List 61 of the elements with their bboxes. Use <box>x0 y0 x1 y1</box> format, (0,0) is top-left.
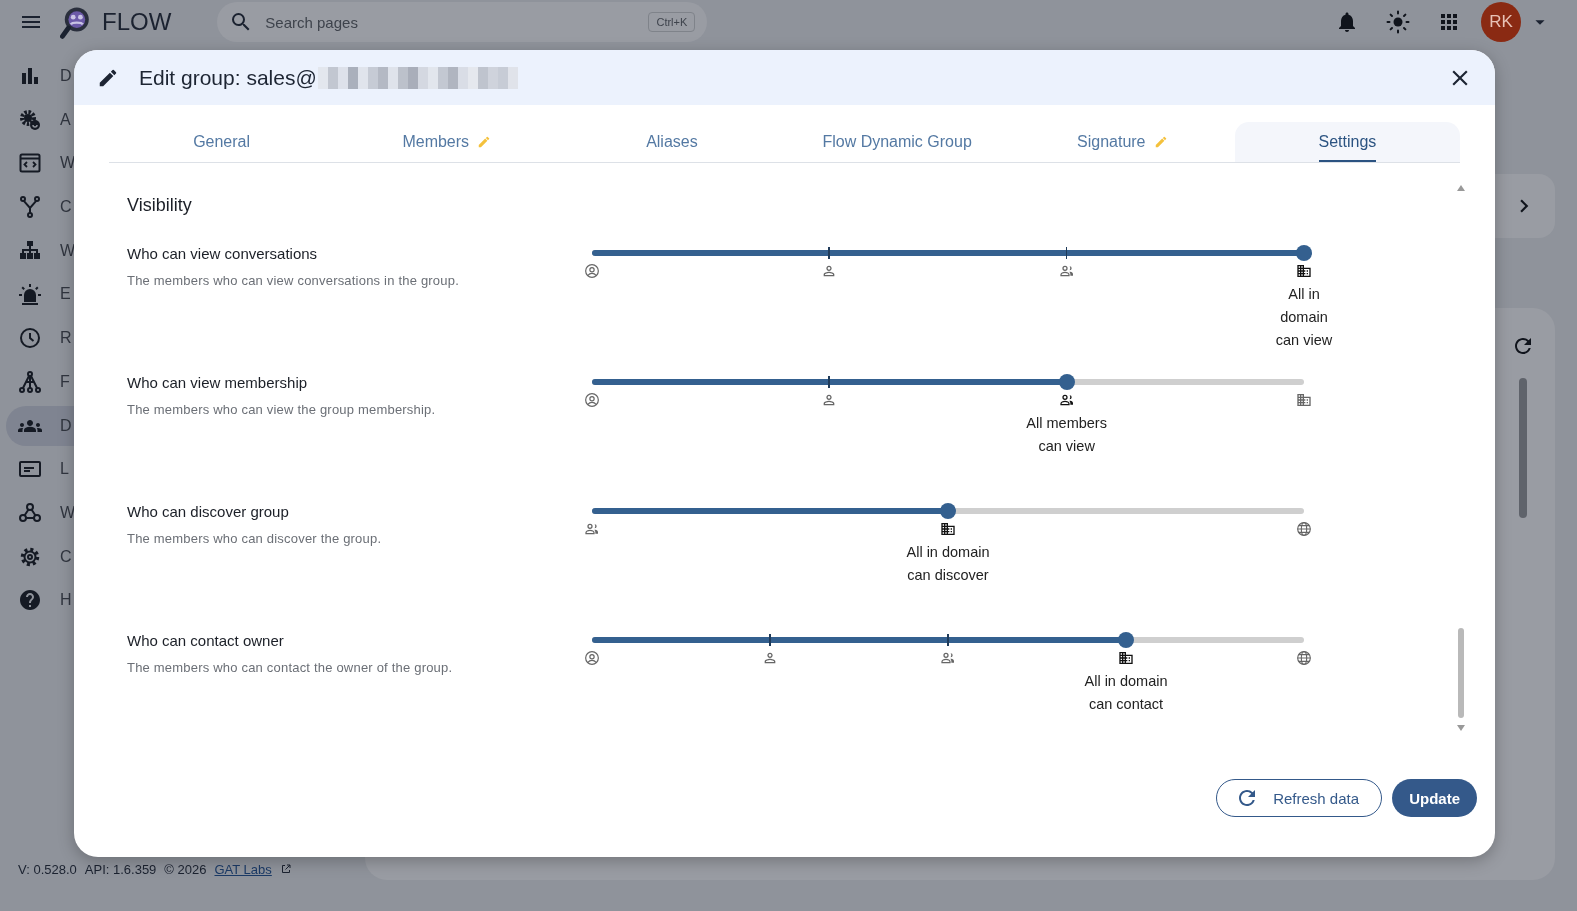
sidebar-item[interactable]: R <box>6 318 74 359</box>
setting-title: Who can view conversations <box>127 245 319 263</box>
window-icon <box>18 151 42 176</box>
scroll-down-icon <box>1456 723 1466 733</box>
update-button[interactable]: Update <box>1392 779 1477 817</box>
search-placeholder: Search pages <box>265 13 359 31</box>
user-avatar[interactable]: RK <box>1481 2 1521 42</box>
sidebar-item[interactable]: C <box>6 536 74 577</box>
setting-title: Who can discover group <box>127 503 290 521</box>
gear-icon <box>18 107 42 132</box>
sidebar-item[interactable]: L <box>6 449 74 490</box>
setting-description: The members who can discover the group. <box>127 531 383 546</box>
webhook-icon <box>18 500 42 525</box>
sidebar-item[interactable]: D <box>6 56 74 96</box>
setting-title: Who can view membership <box>127 374 309 392</box>
clock-icon <box>18 326 42 351</box>
dialog-title: Edit group: sales@ <box>139 65 317 90</box>
search-field[interactable]: Search pages Ctrl+K <box>217 2 708 42</box>
shortcut-badge: Ctrl+K <box>648 12 696 32</box>
siren-icon <box>18 282 42 307</box>
sun-icon[interactable] <box>1386 10 1410 34</box>
setting-description: The members who can view conversations in the group. <box>127 273 460 288</box>
help-icon <box>18 588 42 613</box>
sidebar-item[interactable]: A <box>6 99 74 140</box>
sidebar-item[interactable]: W <box>6 230 74 271</box>
setting-description: The members who can contact the owner of the group. <box>127 660 454 675</box>
slider-value-label: All in domain can discover <box>905 543 991 585</box>
tab[interactable]: Settings <box>1234 122 1461 162</box>
slider-value-label: All in domain can contact <box>1083 672 1169 714</box>
external-link-icon[interactable] <box>279 863 292 875</box>
app-title: FLOW <box>102 8 172 36</box>
tab[interactable]: Flow Dynamic Group <box>784 122 1010 162</box>
slider-thumb[interactable] <box>1058 374 1075 390</box>
slider-thumb[interactable] <box>1296 245 1312 261</box>
network-icon <box>18 369 42 394</box>
slider-value-label: All members can view <box>1025 414 1108 456</box>
version-text: V: 0.528.0 <box>18 861 77 877</box>
sidebar-item[interactable]: W <box>6 492 74 533</box>
sidebar-item[interactable]: H <box>6 580 74 621</box>
slider-thumb[interactable] <box>1118 632 1134 648</box>
setting-description: The members who can view the group membership. <box>127 402 437 417</box>
slider-thumb[interactable] <box>940 503 956 519</box>
sidebar-item[interactable]: W <box>6 143 74 184</box>
tab[interactable]: Members <box>334 122 560 162</box>
setting-title: Who can contact owner <box>127 632 285 650</box>
refresh-button[interactable]: Refresh data <box>1216 779 1383 817</box>
fork-icon <box>18 195 42 220</box>
tab[interactable]: Signature <box>1009 122 1235 162</box>
scrollbar-thumb[interactable] <box>1519 378 1527 518</box>
tab[interactable]: Aliases <box>559 122 785 162</box>
sidebar-item[interactable]: E <box>6 274 74 315</box>
sidebar-item[interactable]: D <box>6 405 74 446</box>
scroll-up-icon <box>1456 183 1466 193</box>
copyright-text: © 2026 <box>164 861 207 877</box>
section-heading: Visibility <box>127 195 193 216</box>
api-version-text: API: 1.6.359 <box>84 861 157 877</box>
slider-value-label: All in domain can view <box>1275 285 1333 350</box>
sidebar-item[interactable]: C <box>6 187 74 228</box>
sidebar-item[interactable]: F <box>6 361 74 402</box>
company-link[interactable]: GAT Labs <box>214 861 272 877</box>
tab[interactable]: General <box>109 122 335 162</box>
